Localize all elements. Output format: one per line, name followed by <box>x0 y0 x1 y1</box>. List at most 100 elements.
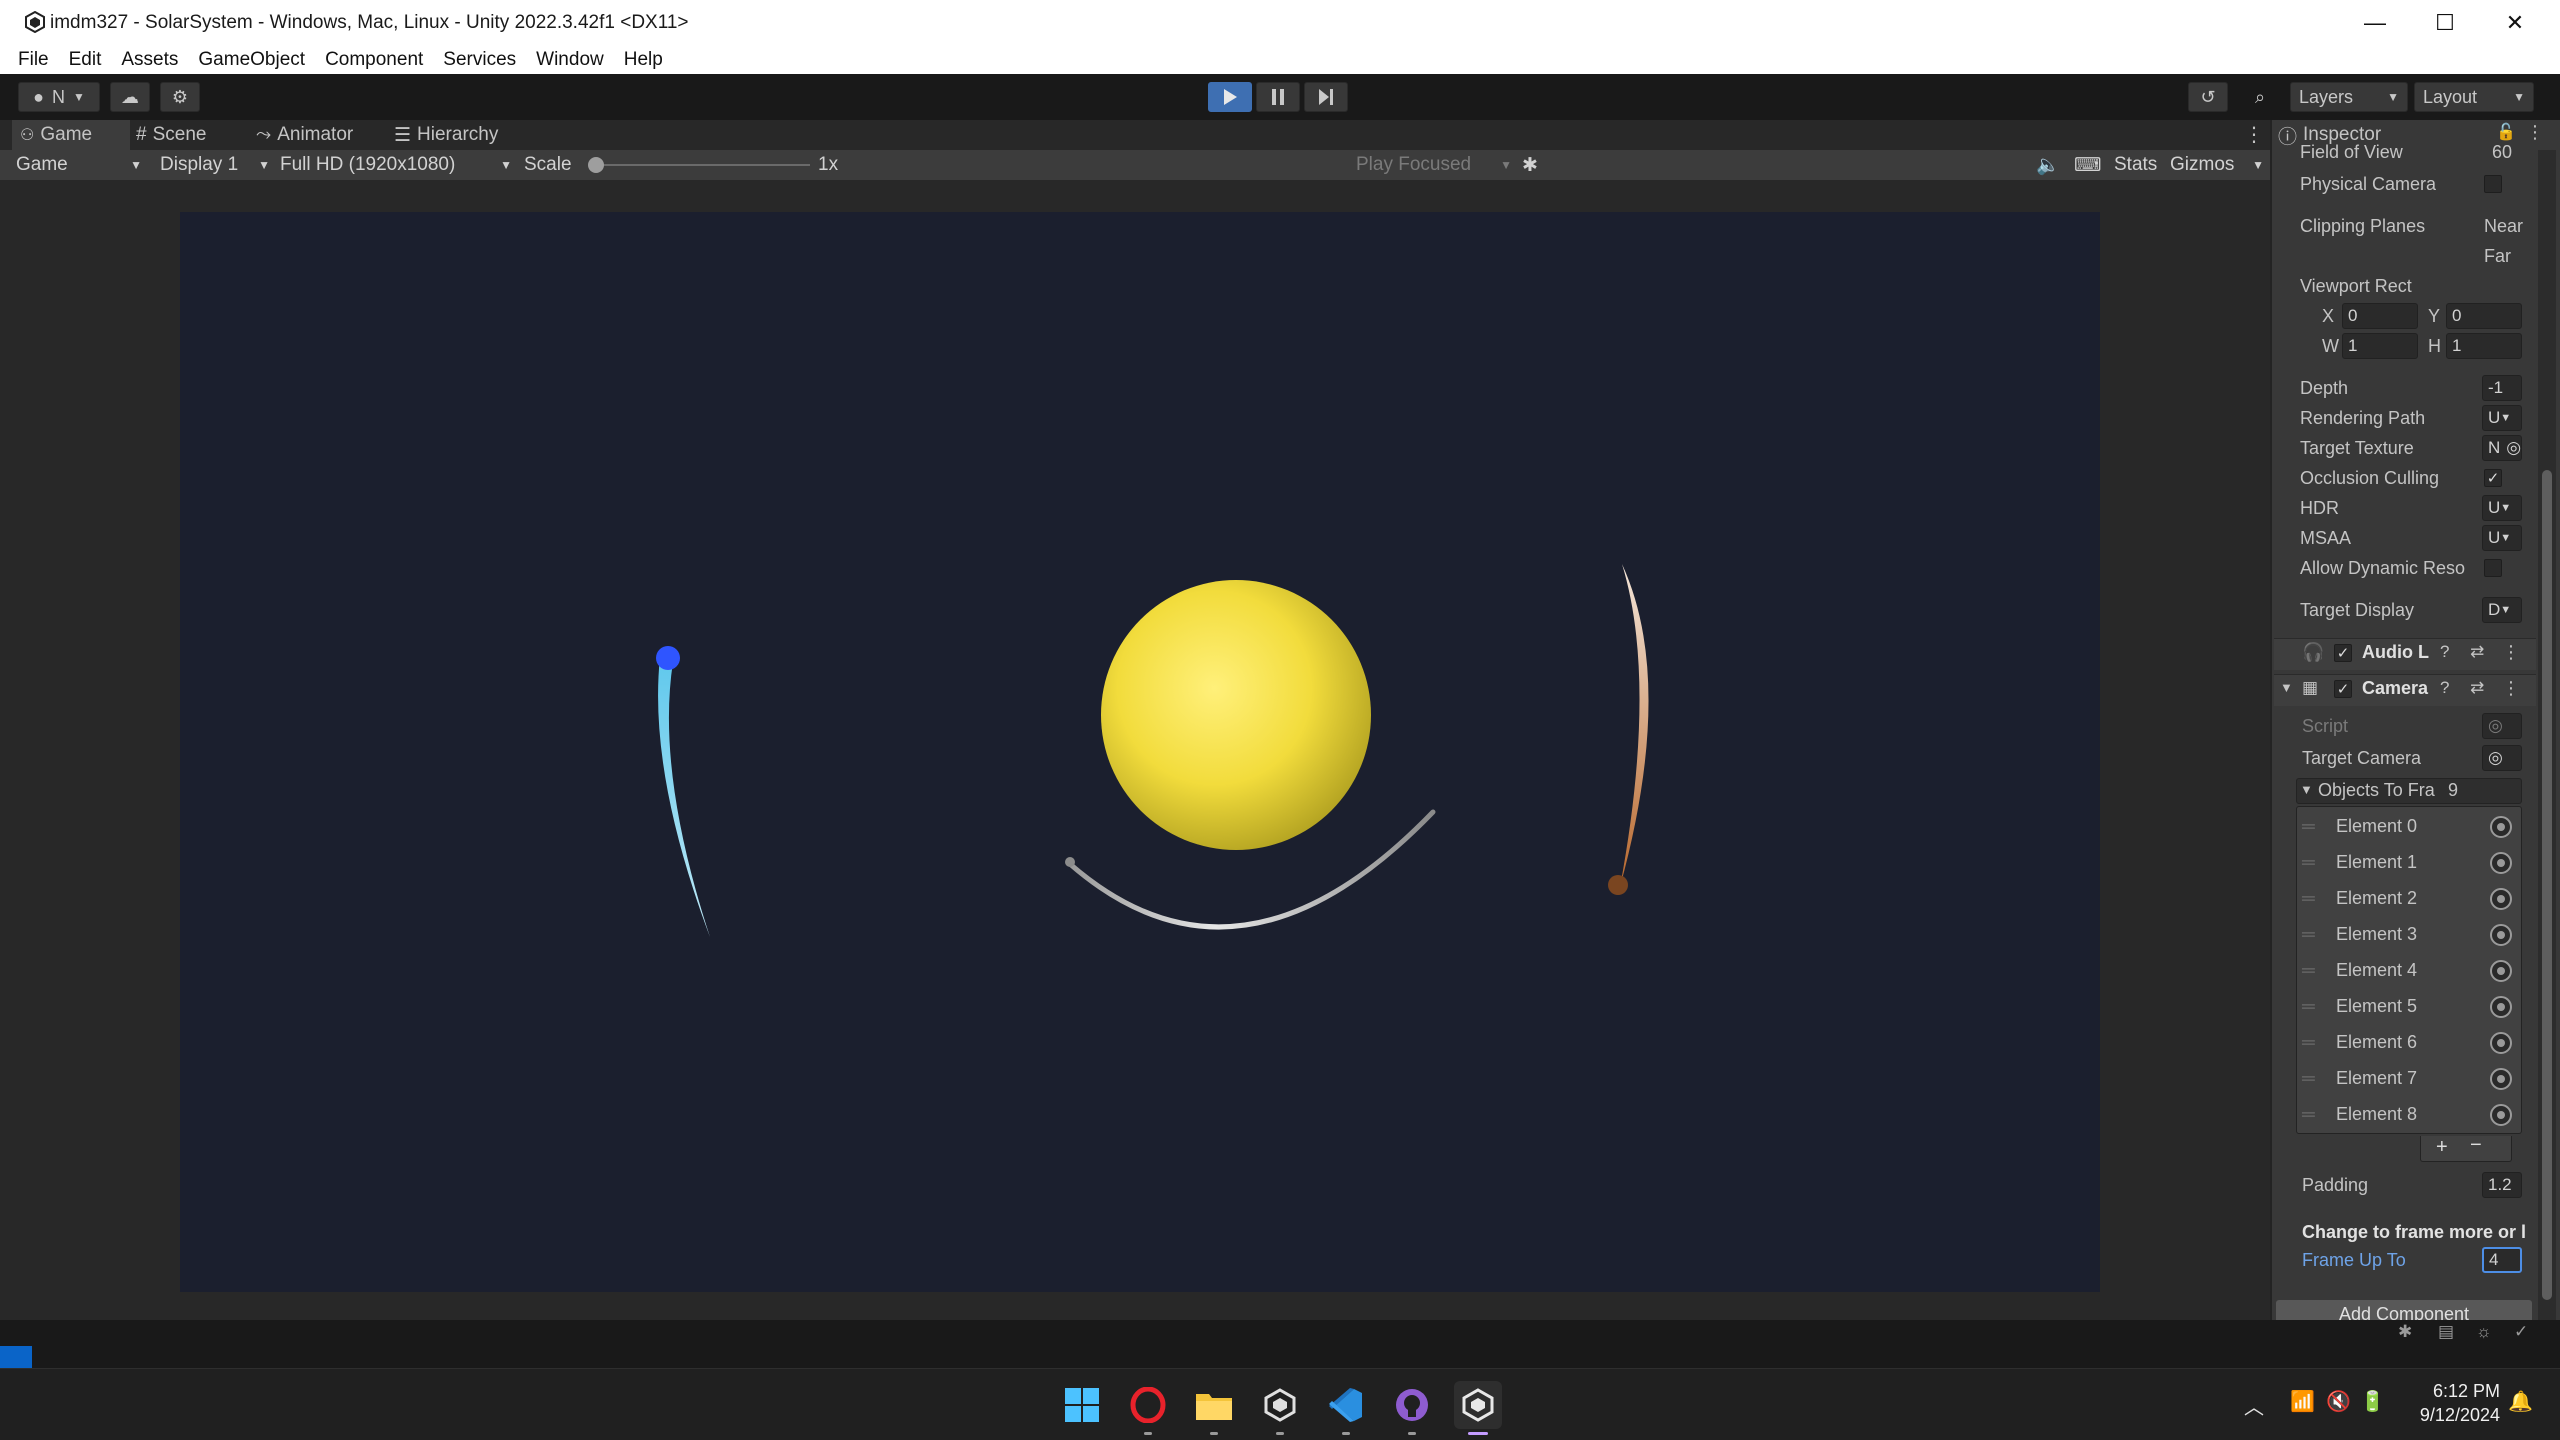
menu-component[interactable]: Component <box>325 49 423 71</box>
drag-handle-icon[interactable]: ═ <box>2302 1068 2315 1089</box>
layers-dropdown[interactable]: Layers ▼ <box>2290 82 2408 112</box>
foldout-arrow-icon[interactable]: ▼ <box>2280 680 2293 695</box>
cloud-button[interactable]: ☁ <box>110 82 150 112</box>
search-button[interactable]: ⌕ <box>2240 82 2280 112</box>
remote-indicator[interactable] <box>0 1346 32 1368</box>
drag-handle-icon[interactable]: ═ <box>2302 1032 2315 1053</box>
vscode-button[interactable] <box>1322 1381 1370 1435</box>
menu-file[interactable]: File <box>18 49 49 71</box>
drag-handle-icon[interactable]: ═ <box>2302 888 2315 909</box>
drag-handle-icon[interactable]: ═ <box>2302 960 2315 981</box>
list-item[interactable]: ═ Element 2 <box>2298 882 2518 916</box>
object-picker-icon[interactable]: ◎ <box>2488 748 2503 768</box>
camera-script-enabled-checkbox[interactable]: ✓ <box>2334 680 2352 698</box>
lighting-icon[interactable]: ☼ <box>2476 1322 2492 1342</box>
field-of-view-value[interactable]: 60 <box>2492 142 2512 163</box>
tab-animator[interactable]: ⤳ Animator <box>256 120 353 150</box>
menu-help[interactable]: Help <box>624 49 663 71</box>
gizmos-button[interactable]: Gizmos ▼ <box>2170 150 2264 180</box>
object-picker-icon[interactable] <box>2490 996 2512 1018</box>
inspector-scroll-track[interactable] <box>2538 150 2556 1320</box>
display-select[interactable]: Display 1 ▼ <box>160 150 270 180</box>
drag-handle-icon[interactable]: ═ <box>2302 852 2315 873</box>
undo-history-button[interactable]: ↺ <box>2188 82 2228 112</box>
game-viewport[interactable] <box>180 212 2100 1292</box>
menu-services[interactable]: Services <box>443 49 516 71</box>
rendering-path-dropdown[interactable]: U ▼ <box>2482 405 2522 431</box>
mute-audio-button[interactable]: 🔈 <box>2036 150 2060 180</box>
menu-edit[interactable]: Edit <box>69 49 102 71</box>
object-picker-icon[interactable] <box>2490 1068 2512 1090</box>
scale-slider[interactable] <box>588 157 810 173</box>
maximize-button[interactable]: ☐ <box>2410 0 2480 46</box>
notification-bell-icon[interactable]: 🔔 <box>2508 1389 2533 1414</box>
occlusion-culling-checkbox[interactable]: ✓ <box>2484 469 2502 487</box>
drag-handle-icon[interactable]: ═ <box>2302 816 2315 837</box>
more-options-icon[interactable]: ⋮ <box>2244 122 2264 147</box>
drag-handle-icon[interactable]: ═ <box>2302 996 2315 1017</box>
object-picker-icon[interactable] <box>2490 1104 2512 1126</box>
minimize-button[interactable]: — <box>2340 0 2410 46</box>
file-explorer-button[interactable] <box>1190 1381 1238 1435</box>
drag-handle-icon[interactable]: ═ <box>2302 1104 2315 1125</box>
tab-game[interactable]: ⚇ Game <box>12 120 130 150</box>
viewport-w-field[interactable]: 1 <box>2342 333 2418 359</box>
presets-icon[interactable]: ⇄ <box>2470 678 2484 698</box>
step-button[interactable] <box>1304 82 1348 112</box>
play-button[interactable] <box>1208 82 1252 112</box>
list-item[interactable]: ═ Element 8 <box>2298 1098 2518 1132</box>
target-display-dropdown[interactable]: D ▼ <box>2482 597 2522 623</box>
presets-icon[interactable]: ⇄ <box>2470 642 2484 662</box>
more-options-icon[interactable]: ⋮ <box>2502 642 2520 663</box>
inspector-scrollbar-thumb[interactable] <box>2542 470 2552 1300</box>
object-picker-icon[interactable] <box>2490 960 2512 982</box>
close-button[interactable]: ✕ <box>2480 0 2550 46</box>
add-component-button[interactable]: Add Component <box>2276 1300 2532 1320</box>
object-picker-icon[interactable] <box>2490 924 2512 946</box>
list-item[interactable]: ═ Element 0 <box>2298 810 2518 844</box>
layers-icon[interactable]: ▤ <box>2438 1322 2454 1342</box>
object-picker-icon[interactable] <box>2490 852 2512 874</box>
debug-icon[interactable]: ✱ <box>2398 1322 2412 1342</box>
audio-listener-enabled-checkbox[interactable]: ✓ <box>2334 644 2352 662</box>
objects-to-frame-count[interactable]: 9 <box>2448 780 2458 801</box>
volume-muted-icon[interactable]: 🔇 <box>2326 1389 2351 1414</box>
viewport-x-field[interactable]: 0 <box>2342 303 2418 329</box>
chevron-up-icon[interactable]: ︿ <box>2244 1391 2264 1420</box>
start-button[interactable] <box>1058 1381 1106 1429</box>
viewport-h-field[interactable]: 1 <box>2446 333 2522 359</box>
foldout-arrow-icon[interactable]: ▼ <box>2300 782 2313 797</box>
list-item[interactable]: ═ Element 5 <box>2298 990 2518 1024</box>
tab-scene[interactable]: # Scene <box>136 120 206 150</box>
target-texture-field[interactable]: N ◎ <box>2482 435 2522 461</box>
list-item[interactable]: ═ Element 4 <box>2298 954 2518 988</box>
remove-element-button[interactable]: − <box>2470 1134 2482 1157</box>
github-desktop-button[interactable] <box>1388 1381 1436 1435</box>
unity-hub-button[interactable] <box>1256 1381 1304 1435</box>
allow-dynamic-resolution-checkbox[interactable] <box>2484 559 2502 577</box>
play-mode-select[interactable]: Play Focused ▼ <box>1356 150 1512 180</box>
more-options-icon[interactable]: ⋮ <box>2526 122 2544 143</box>
opera-app-button[interactable] <box>1124 1381 1172 1435</box>
list-item[interactable]: ═ Element 1 <box>2298 846 2518 880</box>
menu-window[interactable]: Window <box>536 49 604 71</box>
collab-button[interactable]: ⚙ <box>160 82 200 112</box>
physical-camera-checkbox[interactable] <box>2484 175 2502 193</box>
battery-icon[interactable]: 🔋 <box>2360 1389 2385 1414</box>
resolution-select[interactable]: Full HD (1920x1080) ▼ <box>280 150 512 180</box>
pause-button[interactable] <box>1256 82 1300 112</box>
clock[interactable]: 6:12 PM 9/12/2024 <box>2400 1379 2500 1427</box>
account-button[interactable]: ● N ▼ <box>18 82 100 112</box>
msaa-dropdown[interactable]: U ▼ <box>2482 525 2522 551</box>
frame-up-to-field[interactable]: 4 <box>2482 1247 2522 1273</box>
object-picker-icon[interactable] <box>2490 888 2512 910</box>
hdr-dropdown[interactable]: U ▼ <box>2482 495 2522 521</box>
view-select[interactable]: Game ▼ <box>16 150 142 180</box>
menu-assets[interactable]: Assets <box>121 49 178 71</box>
list-item[interactable]: ═ Element 3 <box>2298 918 2518 952</box>
more-options-icon[interactable]: ⋮ <box>2502 678 2520 699</box>
lock-icon[interactable]: 🔓 <box>2496 122 2516 142</box>
wifi-icon[interactable]: 📶 <box>2290 1389 2315 1414</box>
unity-editor-button[interactable] <box>1454 1381 1502 1435</box>
help-icon[interactable]: ? <box>2440 678 2449 698</box>
